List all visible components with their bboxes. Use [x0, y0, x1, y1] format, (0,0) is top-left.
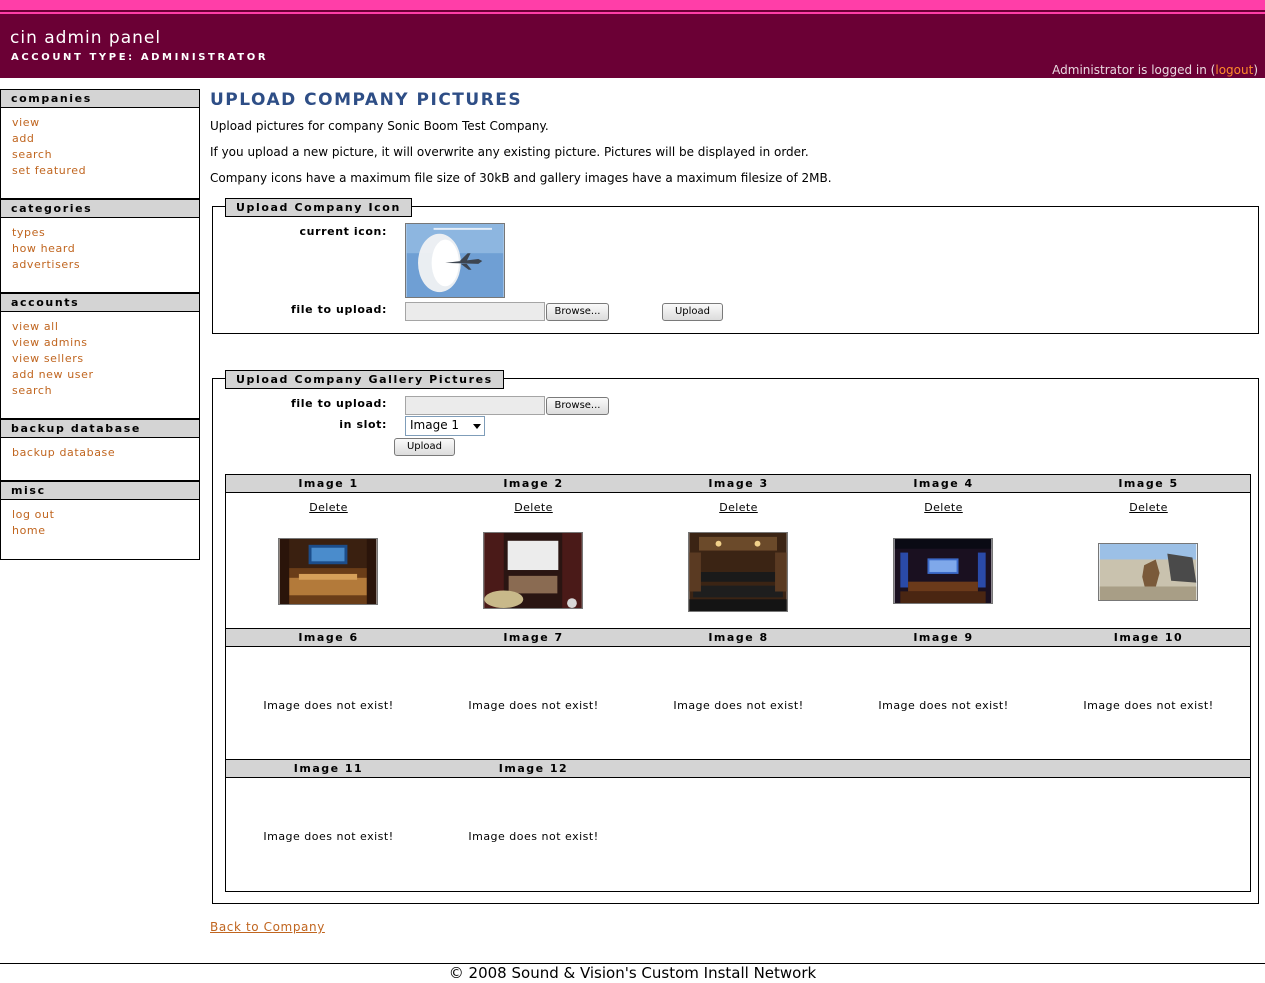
icon-upload-button[interactable]: Upload: [662, 303, 723, 321]
login-status-text: Administrator is logged in (: [1052, 63, 1216, 77]
slot-title: Image 2: [503, 477, 564, 490]
slot-title: Image 4: [913, 477, 974, 490]
gallery-image-2: [483, 532, 583, 609]
sidebar-link-how-heard[interactable]: how heard: [12, 241, 199, 257]
main-content: UPLOAD COMPANY PICTURES Upload pictures …: [210, 88, 1260, 904]
missing-image-text: Image does not exist!: [878, 699, 1009, 712]
icon-file-input[interactable]: [405, 302, 545, 321]
sidebar-link-view-admins[interactable]: view admins: [12, 335, 199, 351]
sidebar-link-view[interactable]: view: [12, 115, 199, 131]
gallery-image-1: [278, 538, 378, 605]
gallery-browse-button[interactable]: Browse...: [546, 397, 609, 415]
gallery-image-5: [1098, 543, 1198, 601]
sidebar: companies view add search set featured c…: [0, 89, 200, 560]
header-accent-line: [0, 12, 1265, 14]
gallery-upload-button[interactable]: Upload: [394, 438, 455, 456]
current-icon-label: current icon:: [299, 225, 387, 238]
missing-image-text: Image does not exist!: [1083, 699, 1214, 712]
slot-title: Image 5: [1118, 477, 1179, 490]
sidebar-heading: backup database: [1, 419, 199, 438]
header-bar: cin admin panel ACCOUNT TYPE: ADMINISTRA…: [0, 0, 1265, 78]
delete-image-5-link[interactable]: Delete: [1046, 501, 1251, 514]
upload-icon-legend: Upload Company Icon: [225, 198, 412, 217]
sidebar-link-log-out[interactable]: log out: [12, 507, 199, 523]
missing-image-text: Image does not exist!: [263, 699, 394, 712]
slot-label: in slot:: [339, 418, 387, 431]
missing-image-text: Image does not exist!: [468, 699, 599, 712]
upload-icon-fieldset: Upload Company Icon current icon: file t…: [212, 198, 1259, 334]
sidebar-heading: accounts: [1, 293, 199, 312]
sidebar-section-companies: companies view add search set featured: [0, 89, 200, 199]
sidebar-section-categories: categories types how heard advertisers: [0, 199, 200, 293]
upload-gallery-fieldset: Upload Company Gallery Pictures file to …: [212, 370, 1259, 904]
gallery-image-4: [893, 538, 993, 604]
gallery-row-header: Image 1 Image 2 Image 3 Image 4 Image 5: [226, 474, 1250, 493]
slot-select-value: Image 1: [410, 418, 460, 432]
gallery-row-header: Image 11 Image 12: [226, 759, 1250, 778]
missing-image-text: Image does not exist!: [673, 699, 804, 712]
account-type: ACCOUNT TYPE: ADMINISTRATOR: [11, 52, 269, 63]
icon-file-label: file to upload:: [291, 303, 387, 316]
logout-link[interactable]: logout: [1215, 63, 1253, 77]
gallery-file-label: file to upload:: [291, 397, 387, 410]
gallery-row-header: Image 6 Image 7 Image 8 Image 9 Image 10: [226, 628, 1250, 647]
sidebar-section-accounts: accounts view all view admins view selle…: [0, 293, 200, 419]
sidebar-link-advertisers[interactable]: advertisers: [12, 257, 199, 273]
missing-image-text: Image does not exist!: [263, 830, 394, 843]
delete-image-4-link[interactable]: Delete: [841, 501, 1046, 514]
intro-text: Company icons have a maximum file size o…: [210, 171, 832, 185]
sidebar-link-types[interactable]: types: [12, 225, 199, 241]
delete-image-2-link[interactable]: Delete: [431, 501, 636, 514]
app-title: cin admin panel: [10, 28, 162, 48]
sidebar-heading: companies: [1, 89, 199, 108]
delete-image-3-link[interactable]: Delete: [636, 501, 841, 514]
slot-title: Image 9: [913, 631, 974, 644]
sidebar-heading: misc: [1, 481, 199, 500]
sidebar-section-misc: misc log out home: [0, 481, 200, 560]
sidebar-link-view-sellers[interactable]: view sellers: [12, 351, 199, 367]
slot-title: Image 7: [503, 631, 564, 644]
header-accent-stripe: [0, 0, 1265, 10]
icon-browse-button[interactable]: Browse...: [546, 303, 609, 321]
current-icon-image: [405, 223, 505, 298]
intro-text: Upload pictures for company Sonic Boom T…: [210, 119, 549, 133]
login-status-close: ): [1253, 63, 1258, 77]
sidebar-heading: categories: [1, 199, 199, 218]
gallery-image-3: [688, 532, 788, 612]
page-title: UPLOAD COMPANY PICTURES: [210, 90, 523, 110]
slot-title: Image 1: [298, 477, 359, 490]
login-status: Administrator is logged in (logout): [1052, 63, 1258, 77]
sidebar-link-account-search[interactable]: search: [12, 383, 199, 399]
sidebar-link-add[interactable]: add: [12, 131, 199, 147]
missing-image-text: Image does not exist!: [468, 830, 599, 843]
slot-select[interactable]: Image 1: [405, 416, 485, 436]
intro-text: If you upload a new picture, it will ove…: [210, 145, 809, 159]
slot-title: Image 3: [708, 477, 769, 490]
slot-title: Image 12: [498, 762, 569, 775]
sidebar-link-backup-database[interactable]: backup database: [12, 445, 199, 461]
slot-title: Image 10: [1113, 631, 1184, 644]
footer-copyright: © 2008 Sound & Vision's Custom Install N…: [448, 964, 817, 982]
slot-title: Image 8: [708, 631, 769, 644]
chevron-down-icon: [473, 424, 481, 429]
sidebar-link-view-all[interactable]: view all: [12, 319, 199, 335]
slot-title: Image 6: [298, 631, 359, 644]
upload-gallery-legend: Upload Company Gallery Pictures: [225, 370, 504, 389]
delete-image-1-link[interactable]: Delete: [226, 501, 431, 514]
sidebar-link-search[interactable]: search: [12, 147, 199, 163]
sidebar-link-home[interactable]: home: [12, 523, 199, 539]
gallery-grid: Image 1 Image 2 Image 3 Image 4 Image 5 …: [225, 474, 1251, 892]
back-to-company-link[interactable]: Back to Company: [210, 920, 325, 934]
gallery-file-input[interactable]: [405, 396, 545, 415]
sidebar-link-add-new-user[interactable]: add new user: [12, 367, 199, 383]
sidebar-section-backup: backup database backup database: [0, 419, 200, 481]
sidebar-link-set-featured[interactable]: set featured: [12, 163, 199, 179]
slot-title: Image 11: [293, 762, 364, 775]
